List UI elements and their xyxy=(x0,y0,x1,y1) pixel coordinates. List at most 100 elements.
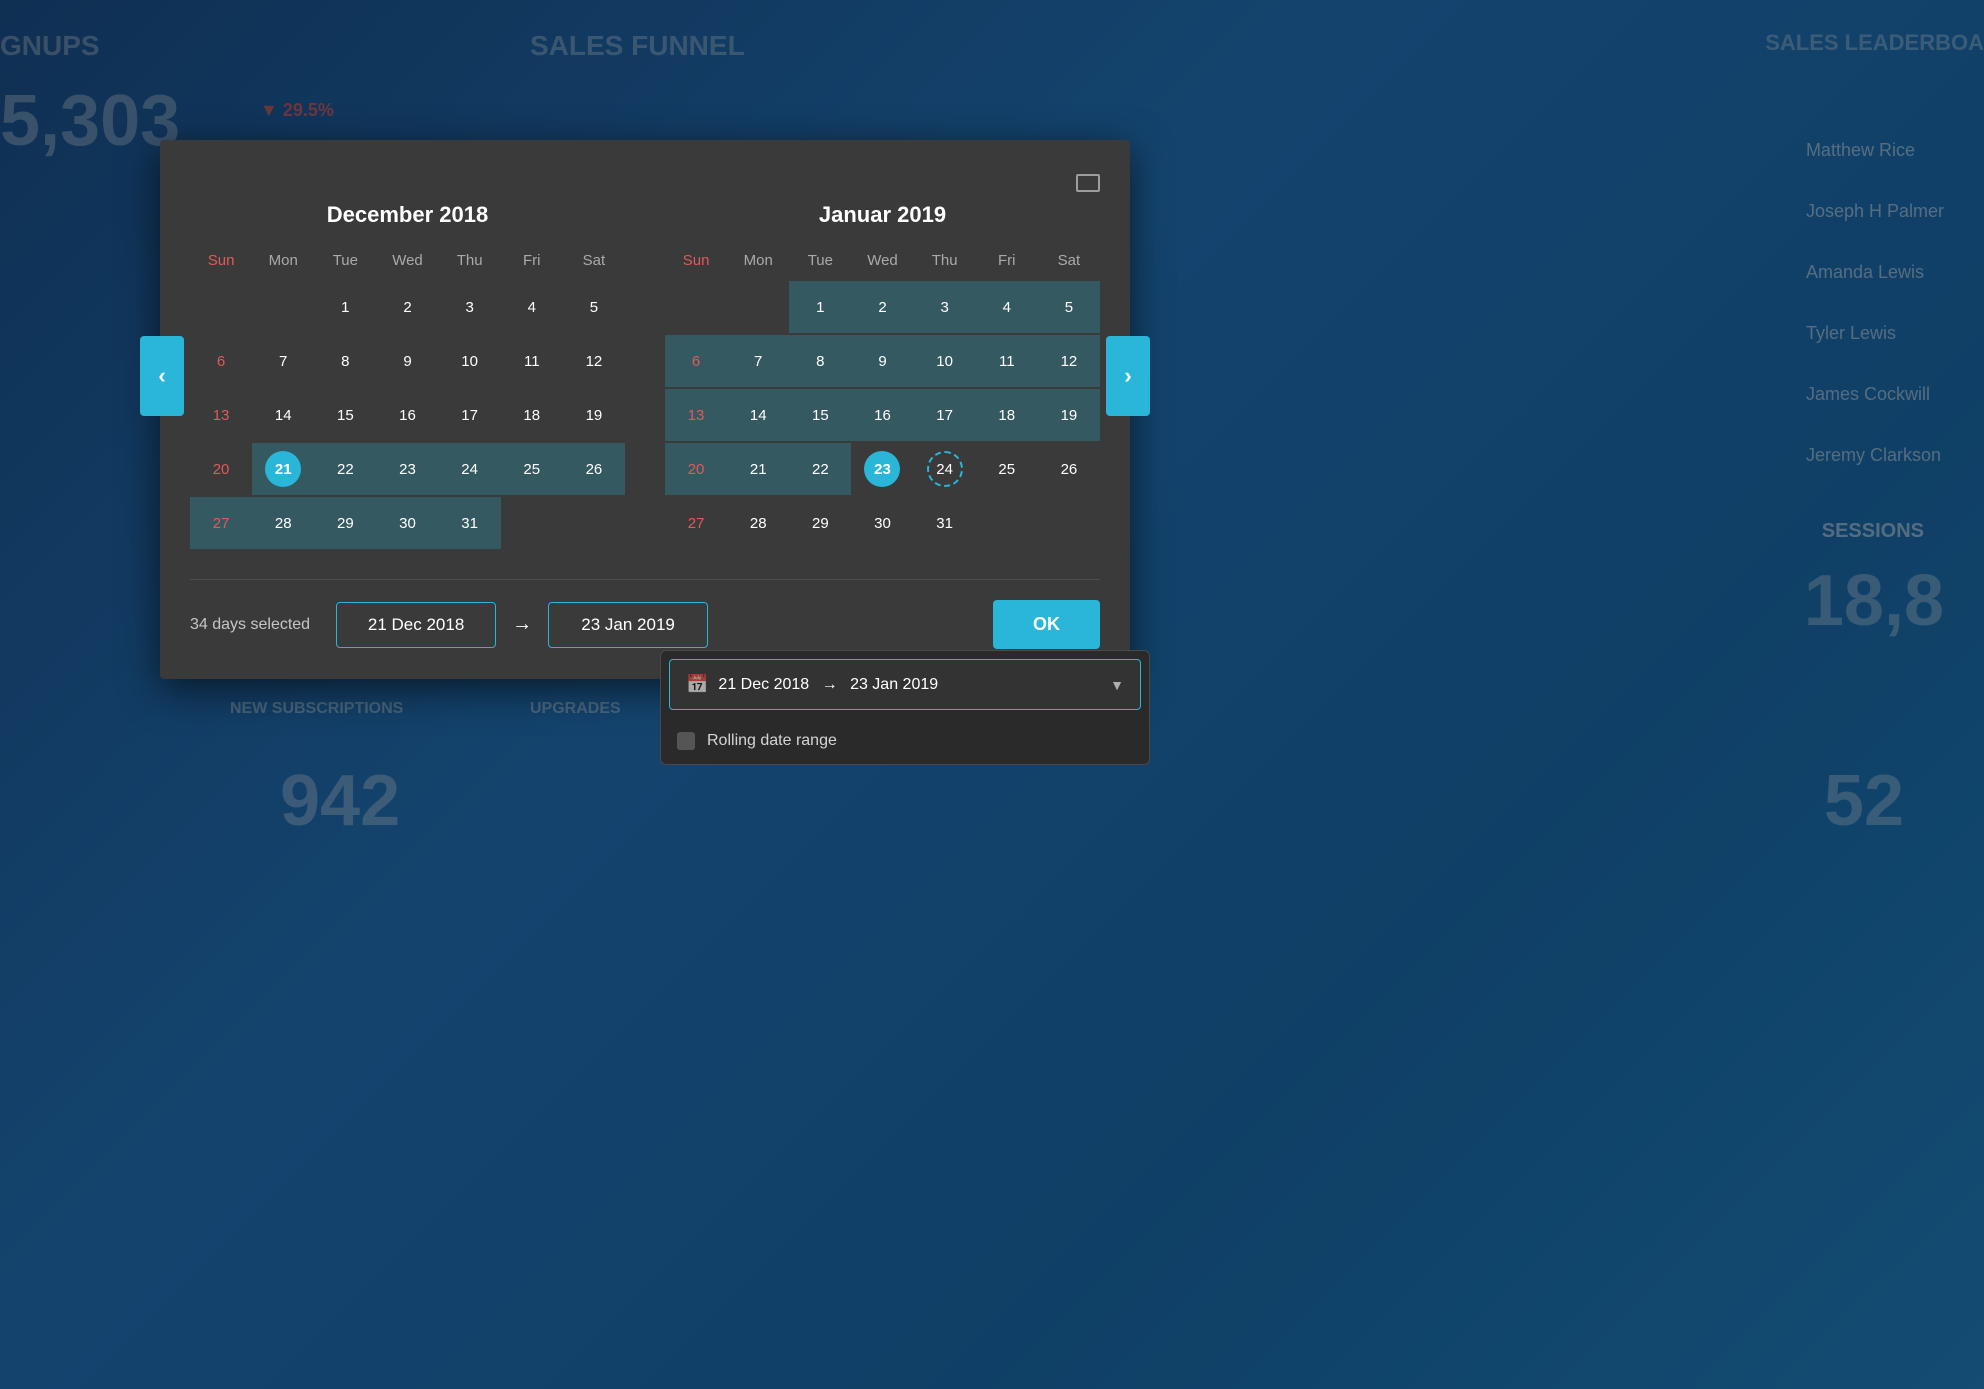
start-date-input[interactable]: 21 Dec 2018 xyxy=(336,602,496,648)
jan-day-22[interactable]: 22 xyxy=(789,443,851,495)
arrow-between: → xyxy=(512,613,532,636)
dr-arrow: → xyxy=(822,676,838,693)
jan-day-13[interactable]: 13 xyxy=(665,389,727,441)
jan-day-3[interactable]: 3 xyxy=(914,281,976,333)
date-range-text: 21 Dec 2018 → 23 Jan 2019 xyxy=(718,676,1100,694)
dec-day-7[interactable]: 7 xyxy=(252,335,314,387)
jan-day-23[interactable]: 23 xyxy=(851,443,913,495)
dec-header-tue: Tue xyxy=(314,248,376,273)
prev-month-button[interactable]: ‹ xyxy=(140,336,184,416)
jan-day-1[interactable]: 1 xyxy=(789,281,851,333)
january-days-grid: 1234567891011121314151617181920212223242… xyxy=(665,281,1100,549)
jan-day-11[interactable]: 11 xyxy=(976,335,1038,387)
minimize-button[interactable] xyxy=(1076,174,1100,192)
jan-day-31[interactable]: 31 xyxy=(914,497,976,549)
dec-day-28[interactable]: 28 xyxy=(252,497,314,549)
dec-day-9[interactable]: 9 xyxy=(376,335,438,387)
jan-day-21[interactable]: 21 xyxy=(727,443,789,495)
jan-day-12[interactable]: 12 xyxy=(1038,335,1100,387)
dec-day-18[interactable]: 18 xyxy=(501,389,563,441)
dec-day-23[interactable]: 23 xyxy=(376,443,438,495)
jan-day-27[interactable]: 27 xyxy=(665,497,727,549)
jan-day-9[interactable]: 9 xyxy=(851,335,913,387)
dec-day-15[interactable]: 15 xyxy=(314,389,376,441)
dec-day-29[interactable]: 29 xyxy=(314,497,376,549)
days-selected-label: 34 days selected xyxy=(190,616,310,634)
jan-empty xyxy=(727,281,789,333)
jan-empty xyxy=(976,497,1038,549)
dec-day-31[interactable]: 31 xyxy=(439,497,501,549)
january-calendar: Januar 2019 Sun Mon Tue Wed Thu Fri Sat … xyxy=(665,202,1100,549)
calendar-icon: 📅 xyxy=(686,674,708,695)
jan-day-14[interactable]: 14 xyxy=(727,389,789,441)
next-month-button[interactable]: › xyxy=(1106,336,1150,416)
dec-day-26[interactable]: 26 xyxy=(563,443,625,495)
jan-day-7[interactable]: 7 xyxy=(727,335,789,387)
dec-day-5[interactable]: 5 xyxy=(563,281,625,333)
dec-header-wed: Wed xyxy=(376,248,438,273)
jan-day-20[interactable]: 20 xyxy=(665,443,727,495)
dec-day-12[interactable]: 12 xyxy=(563,335,625,387)
jan-day-6[interactable]: 6 xyxy=(665,335,727,387)
jan-day-5[interactable]: 5 xyxy=(1038,281,1100,333)
jan-day-15[interactable]: 15 xyxy=(789,389,851,441)
dec-day-10[interactable]: 10 xyxy=(439,335,501,387)
january-title: Januar 2019 xyxy=(665,202,1100,228)
dec-day-4[interactable]: 4 xyxy=(501,281,563,333)
dr-start-date: 21 Dec 2018 xyxy=(718,676,809,693)
dec-header-fri: Fri xyxy=(501,248,563,273)
dec-day-6[interactable]: 6 xyxy=(190,335,252,387)
dec-day-1[interactable]: 1 xyxy=(314,281,376,333)
date-range-selector: 📅 21 Dec 2018 → 23 Jan 2019 ▼ Rolling da… xyxy=(660,650,1150,765)
rolling-checkbox[interactable] xyxy=(677,732,695,750)
jan-day-29[interactable]: 29 xyxy=(789,497,851,549)
jan-day-19[interactable]: 19 xyxy=(1038,389,1100,441)
date-range-input-row[interactable]: 📅 21 Dec 2018 → 23 Jan 2019 ▼ xyxy=(669,659,1141,710)
jan-day-4[interactable]: 4 xyxy=(976,281,1038,333)
jan-day-30[interactable]: 30 xyxy=(851,497,913,549)
dec-day-27[interactable]: 27 xyxy=(190,497,252,549)
dec-day-25[interactable]: 25 xyxy=(501,443,563,495)
rolling-label: Rolling date range xyxy=(707,732,837,750)
jan-day-28[interactable]: 28 xyxy=(727,497,789,549)
jan-day-10[interactable]: 10 xyxy=(914,335,976,387)
dec-day-19[interactable]: 19 xyxy=(563,389,625,441)
january-day-headers: Sun Mon Tue Wed Thu Fri Sat xyxy=(665,248,1100,273)
calendar-dialog: ‹ December 2018 Sun Mon Tue Wed Thu Fri … xyxy=(160,140,1130,679)
jan-day-2[interactable]: 2 xyxy=(851,281,913,333)
dec-day-2[interactable]: 2 xyxy=(376,281,438,333)
dec-header-sun: Sun xyxy=(190,248,252,273)
dec-day-30[interactable]: 30 xyxy=(376,497,438,549)
jan-header-sat: Sat xyxy=(1038,248,1100,273)
jan-day-16[interactable]: 16 xyxy=(851,389,913,441)
dec-day-20[interactable]: 20 xyxy=(190,443,252,495)
dec-day-24[interactable]: 24 xyxy=(439,443,501,495)
jan-header-fri: Fri xyxy=(976,248,1038,273)
ok-button[interactable]: OK xyxy=(993,600,1100,649)
jan-header-mon: Mon xyxy=(727,248,789,273)
jan-day-25[interactable]: 25 xyxy=(976,443,1038,495)
jan-day-8[interactable]: 8 xyxy=(789,335,851,387)
dec-empty xyxy=(501,497,563,549)
jan-day-17[interactable]: 17 xyxy=(914,389,976,441)
dec-day-21[interactable]: 21 xyxy=(252,443,314,495)
dec-day-13[interactable]: 13 xyxy=(190,389,252,441)
dec-day-17[interactable]: 17 xyxy=(439,389,501,441)
dec-day-11[interactable]: 11 xyxy=(501,335,563,387)
jan-day-26[interactable]: 26 xyxy=(1038,443,1100,495)
december-title: December 2018 xyxy=(190,202,625,228)
jan-header-sun: Sun xyxy=(665,248,727,273)
jan-day-18[interactable]: 18 xyxy=(976,389,1038,441)
december-days-grid: 1234567891011121314151617181920212223242… xyxy=(190,281,625,549)
dec-day-16[interactable]: 16 xyxy=(376,389,438,441)
dec-header-mon: Mon xyxy=(252,248,314,273)
jan-day-24[interactable]: 24 xyxy=(914,443,976,495)
jan-header-wed: Wed xyxy=(851,248,913,273)
dr-end-date: 23 Jan 2019 xyxy=(850,676,938,693)
dec-day-3[interactable]: 3 xyxy=(439,281,501,333)
dec-day-14[interactable]: 14 xyxy=(252,389,314,441)
end-date-input[interactable]: 23 Jan 2019 xyxy=(548,602,708,648)
dec-day-8[interactable]: 8 xyxy=(314,335,376,387)
december-calendar: December 2018 Sun Mon Tue Wed Thu Fri Sa… xyxy=(190,202,625,549)
dec-day-22[interactable]: 22 xyxy=(314,443,376,495)
